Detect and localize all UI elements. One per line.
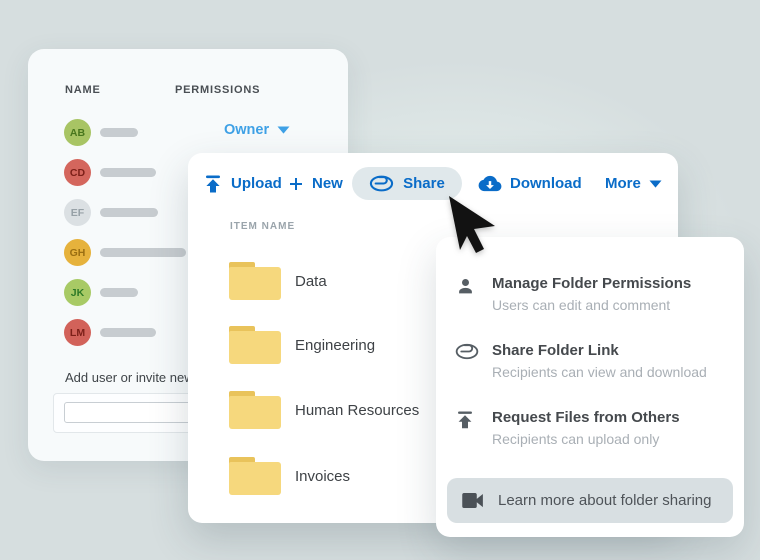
menu-item-text: Request Files from Others Recipients can… <box>492 409 680 447</box>
person-icon <box>455 275 478 313</box>
folder-icon <box>229 391 281 429</box>
folder-row[interactable]: Invoices <box>229 456 350 496</box>
avatar: AB <box>64 119 91 146</box>
menu-item-subtitle: Users can edit and comment <box>492 297 691 313</box>
avatar: EF <box>64 199 91 226</box>
new-button[interactable]: New <box>288 167 343 200</box>
folder-icon <box>229 326 281 364</box>
mouse-cursor <box>449 196 509 266</box>
more-button[interactable]: More <box>605 167 662 200</box>
folder-name: Invoices <box>295 468 350 485</box>
name-placeholder-bar <box>100 168 156 177</box>
menu-item-title: Request Files from Others <box>492 409 680 426</box>
menu-item-text: Share Folder Link Recipients can view an… <box>492 342 707 380</box>
user-row: GH <box>64 239 186 266</box>
user-row: JK <box>64 279 138 306</box>
avatar: CD <box>64 159 91 186</box>
share-menu: Manage Folder Permissions Users can edit… <box>436 237 744 537</box>
upload-icon <box>203 174 223 194</box>
column-header-item-name: ITEM NAME <box>230 221 295 232</box>
permission-dropdown[interactable]: Owner <box>224 122 290 138</box>
folder-icon <box>229 262 281 300</box>
upload-button[interactable]: Upload <box>203 167 282 200</box>
menu-item-text: Manage Folder Permissions Users can edit… <box>492 275 691 313</box>
folder-name: Human Resources <box>295 402 419 419</box>
avatar: JK <box>64 279 91 306</box>
folder-name: Engineering <box>295 337 375 354</box>
menu-item-title: Share Folder Link <box>492 342 707 359</box>
folder-icon <box>229 457 281 495</box>
new-label: New <box>312 175 343 192</box>
menu-item-subtitle: Recipients can upload only <box>492 431 680 447</box>
name-placeholder-bar <box>100 288 138 297</box>
user-row: LM <box>64 319 156 346</box>
name-placeholder-bar <box>100 208 158 217</box>
user-row: AB <box>64 119 138 146</box>
menu-item-share-folder-link[interactable]: Share Folder Link Recipients can view an… <box>455 342 727 380</box>
avatar: LM <box>64 319 91 346</box>
chevron-down-icon <box>649 180 662 188</box>
plus-icon <box>288 176 304 192</box>
column-header-name: NAME <box>65 84 101 96</box>
learn-more-button[interactable]: Learn more about folder sharing <box>447 478 733 523</box>
name-placeholder-bar <box>100 328 156 337</box>
link-icon <box>369 175 394 192</box>
page-background: NAME PERMISSIONS Owner AB CD EF GH JK LM <box>0 0 760 560</box>
learn-more-label: Learn more about folder sharing <box>498 492 711 509</box>
name-placeholder-bar <box>100 128 138 137</box>
menu-item-subtitle: Recipients can view and download <box>492 364 707 380</box>
chevron-down-icon <box>277 126 290 134</box>
toolbar: Upload New Share Download <box>202 167 664 200</box>
user-row: CD <box>64 159 156 186</box>
column-header-permissions: PERMISSIONS <box>175 84 260 96</box>
folder-name: Data <box>295 273 327 290</box>
download-cloud-icon <box>478 174 502 193</box>
upload-label: Upload <box>231 175 282 192</box>
more-label: More <box>605 175 641 192</box>
link-icon <box>455 342 478 380</box>
folder-row[interactable]: Engineering <box>229 325 375 365</box>
menu-item-request-files[interactable]: Request Files from Others Recipients can… <box>455 409 727 447</box>
share-label: Share <box>403 175 445 192</box>
name-placeholder-bar <box>100 248 186 257</box>
video-camera-icon <box>462 493 485 508</box>
download-label: Download <box>510 175 582 192</box>
share-button[interactable]: Share <box>352 167 462 200</box>
upload-icon <box>455 409 478 447</box>
user-row: EF <box>64 199 158 226</box>
menu-item-title: Manage Folder Permissions <box>492 275 691 292</box>
avatar: GH <box>64 239 91 266</box>
add-user-label: Add user or invite new <box>65 370 194 385</box>
folder-row[interactable]: Human Resources <box>229 390 419 430</box>
permission-dropdown-label: Owner <box>224 122 269 138</box>
folder-row[interactable]: Data <box>229 261 327 301</box>
menu-item-manage-folder-permissions[interactable]: Manage Folder Permissions Users can edit… <box>455 275 727 313</box>
